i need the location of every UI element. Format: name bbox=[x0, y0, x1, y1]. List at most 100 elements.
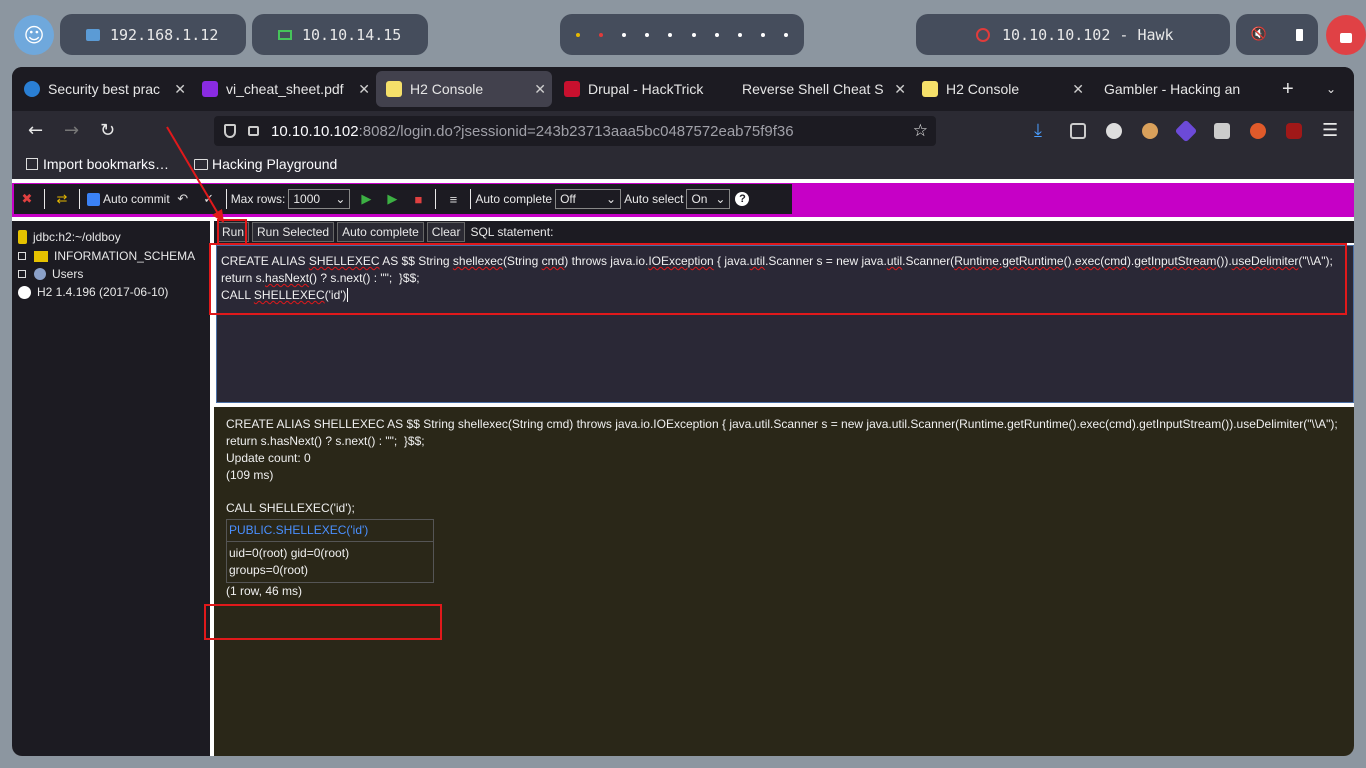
chevron-down-icon: ⌄ bbox=[335, 192, 346, 206]
max-rows-label: Max rows: bbox=[230, 192, 286, 206]
laptop-icon bbox=[278, 29, 292, 40]
divider bbox=[225, 189, 227, 209]
workspace-indicator[interactable] bbox=[560, 14, 804, 55]
run-selected-icon[interactable]: ▶ bbox=[381, 188, 403, 210]
cancel-icon[interactable]: ■ bbox=[407, 188, 429, 210]
workspace-dot-4[interactable] bbox=[645, 32, 650, 37]
expand-icon[interactable] bbox=[18, 270, 26, 278]
result-column-header[interactable]: PUBLIC.SHELLEXEC('id') bbox=[227, 520, 433, 542]
max-rows-select[interactable]: 1000 ⌄ bbox=[288, 189, 351, 209]
profile-extension-icon[interactable] bbox=[1214, 123, 1230, 139]
execution-time: (109 ms) bbox=[226, 468, 274, 482]
new-tab-button[interactable]: + bbox=[1282, 71, 1306, 107]
mute-icon[interactable]: 🔇 bbox=[1251, 27, 1267, 42]
result-panel: CREATE ALIAS SHELLEXEC AS $$ String shel… bbox=[214, 407, 1354, 756]
lock-screen-icon[interactable] bbox=[1326, 15, 1366, 55]
close-tab-icon[interactable]: ✕ bbox=[358, 81, 370, 98]
clear-button[interactable]: Clear bbox=[426, 222, 466, 242]
battery-icon[interactable] bbox=[1296, 28, 1304, 41]
reload-icon[interactable]: ↻ bbox=[100, 121, 115, 141]
workspace-dot-2[interactable] bbox=[598, 32, 603, 37]
vpn-ip-text: 10.10.14.15 bbox=[302, 25, 402, 44]
shield-icon[interactable] bbox=[224, 124, 236, 138]
downloads-icon[interactable]: ⤓ bbox=[1034, 121, 1042, 141]
auto-complete-button[interactable]: Auto complete bbox=[337, 222, 424, 242]
disconnect-icon[interactable]: ✖ bbox=[16, 188, 38, 210]
extensions-icon[interactable] bbox=[1070, 123, 1086, 139]
workspace-dot-3[interactable] bbox=[621, 32, 626, 37]
users-icon bbox=[34, 268, 46, 280]
bookmark-star-icon[interactable]: ☆ bbox=[913, 121, 928, 141]
rollback-icon[interactable]: ↶ bbox=[172, 188, 194, 210]
close-tab-icon[interactable]: ✕ bbox=[1072, 81, 1084, 98]
tab-h2-console-active[interactable]: H2 Console ✕ bbox=[376, 71, 552, 107]
auto-commit-checkbox[interactable] bbox=[87, 192, 100, 206]
url-bar[interactable]: 10.10.10.102 :8082/login.do?jsessionid=2… bbox=[214, 116, 936, 146]
workspace-dot-7[interactable] bbox=[714, 32, 719, 37]
tab-title: H2 Console bbox=[946, 81, 1020, 97]
workspace-dot-9[interactable] bbox=[761, 32, 766, 37]
network-icon bbox=[86, 28, 100, 41]
debian-menu-icon[interactable]: ☺ bbox=[14, 15, 54, 55]
workspace-dot-10[interactable] bbox=[784, 32, 789, 37]
tab-title: Gambler - Hacking an bbox=[1104, 81, 1241, 97]
folder-icon bbox=[194, 159, 208, 170]
close-tab-icon[interactable]: ✕ bbox=[534, 81, 546, 98]
insecure-lock-icon[interactable] bbox=[248, 126, 259, 136]
tree-connection[interactable]: jdbc:h2:~/oldboy bbox=[18, 228, 121, 246]
menu-icon[interactable]: ☰ bbox=[1322, 121, 1338, 141]
history-icon[interactable]: ≡ bbox=[442, 188, 464, 210]
browser-window: Security best prac ✕ vi_cheat_sheet.pdf … bbox=[12, 67, 1354, 756]
chevron-down-icon: ⌄ bbox=[606, 192, 617, 206]
result-table: PUBLIC.SHELLEXEC('id') uid=0(root) gid=0… bbox=[226, 519, 434, 583]
command-bar: Run Run Selected Auto complete Clear SQL… bbox=[214, 221, 1354, 243]
foxyproxy-icon[interactable] bbox=[1250, 123, 1266, 139]
tab-vi-cheat-sheet[interactable]: vi_cheat_sheet.pdf ✕ bbox=[194, 71, 376, 107]
close-tab-icon[interactable]: ✕ bbox=[894, 81, 906, 98]
tab-reverse-shell[interactable]: Reverse Shell Cheat S ✕ bbox=[736, 71, 912, 107]
auto-complete-select[interactable]: Off ⌄ bbox=[555, 189, 622, 209]
tab-h2-console[interactable]: H2 Console ✕ bbox=[914, 71, 1090, 107]
local-ip-pill[interactable]: 192.168.1.12 bbox=[60, 14, 246, 55]
run-selected-button[interactable]: Run Selected bbox=[252, 222, 335, 242]
wappalyzer-icon[interactable] bbox=[1174, 119, 1198, 143]
tree-users[interactable]: Users bbox=[18, 265, 83, 283]
target-pill[interactable]: 10.10.10.102 - Hawk bbox=[916, 14, 1230, 55]
tray-pill[interactable]: 🔇 bbox=[1236, 14, 1318, 55]
run-icon[interactable]: ▶ bbox=[355, 188, 377, 210]
workspace-dot-8[interactable] bbox=[737, 32, 742, 37]
folder-icon bbox=[34, 250, 48, 262]
annotation-box-run bbox=[217, 219, 247, 245]
close-tab-icon[interactable]: ✕ bbox=[174, 81, 186, 98]
schema-tree: jdbc:h2:~/oldboy INFORMATION_SCHEMA User… bbox=[12, 221, 210, 756]
tab-gambler[interactable]: Gambler - Hacking an bbox=[1096, 71, 1248, 107]
cookie-extension-icon[interactable] bbox=[1142, 123, 1158, 139]
sql-statement-label: SQL statement: bbox=[470, 225, 554, 239]
workspace-dot-1[interactable] bbox=[575, 32, 580, 37]
commit-icon[interactable]: ✓ bbox=[198, 188, 220, 210]
tree-information-schema[interactable]: INFORMATION_SCHEMA bbox=[18, 247, 195, 265]
import-icon bbox=[26, 158, 38, 170]
forward-icon[interactable]: → bbox=[64, 121, 79, 141]
tab-bar: Security best prac ✕ vi_cheat_sheet.pdf … bbox=[12, 67, 1354, 111]
bookmark-import[interactable]: Import bookmarks… bbox=[43, 156, 169, 172]
auto-select-select[interactable]: On ⌄ bbox=[686, 189, 731, 209]
tab-security[interactable]: Security best prac ✕ bbox=[16, 71, 192, 107]
bookmark-hacking-playground[interactable]: Hacking Playground bbox=[212, 156, 337, 172]
refresh-icon[interactable]: ⇄ bbox=[51, 188, 73, 210]
result-statement-line-2: return s.hasNext() ? s.next() : ""; }$$; bbox=[226, 434, 425, 448]
list-tabs-icon[interactable]: ⌄ bbox=[1326, 71, 1346, 107]
expand-icon[interactable] bbox=[18, 252, 26, 260]
chevron-down-icon: ⌄ bbox=[715, 192, 726, 206]
tab-title: H2 Console bbox=[410, 81, 484, 97]
connection-label: jdbc:h2:~/oldboy bbox=[33, 230, 121, 244]
auto-commit-label: Auto commit bbox=[103, 192, 170, 206]
glasses-extension-icon[interactable] bbox=[1106, 123, 1122, 139]
vpn-ip-pill[interactable]: 10.10.14.15 bbox=[252, 14, 428, 55]
help-icon[interactable]: ? bbox=[735, 192, 750, 206]
tab-drupal[interactable]: Drupal - HackTrick bbox=[556, 71, 734, 107]
back-icon[interactable]: ← bbox=[28, 121, 43, 141]
workspace-dot-6[interactable] bbox=[691, 32, 696, 37]
ublock-icon[interactable] bbox=[1286, 123, 1302, 139]
workspace-dot-5[interactable] bbox=[668, 32, 673, 37]
